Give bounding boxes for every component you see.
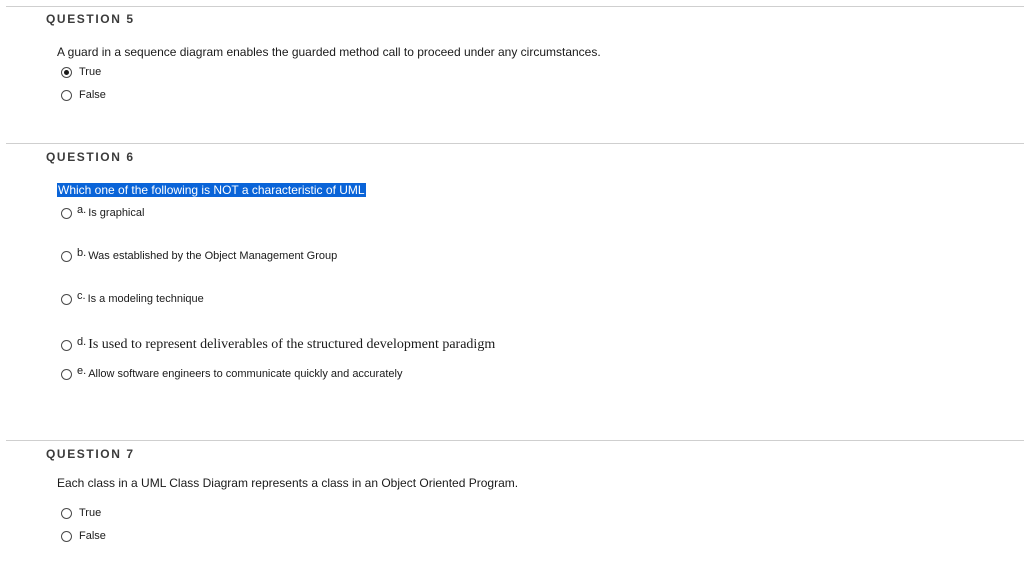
question-6-prompt: Which one of the following is NOT a char… bbox=[57, 183, 366, 197]
option-label: Was established by the Object Management… bbox=[88, 250, 338, 262]
radio-selected-icon[interactable] bbox=[61, 66, 72, 78]
question-5-header: QUESTION 5 bbox=[46, 12, 135, 26]
question-7-prompt: Each class in a UML Class Diagram repres… bbox=[57, 476, 519, 490]
question-5-option-false[interactable]: False bbox=[61, 89, 106, 101]
option-letter: c. bbox=[77, 290, 86, 302]
question-7-option-true[interactable]: True bbox=[61, 507, 101, 519]
radio-icon[interactable] bbox=[61, 89, 72, 101]
question-5-option-true[interactable]: True bbox=[61, 66, 101, 78]
question-6-option-b[interactable]: b. Was established by the Object Managem… bbox=[61, 247, 338, 262]
question-6-option-c[interactable]: c. Is a modeling technique bbox=[61, 290, 204, 305]
radio-icon[interactable] bbox=[61, 293, 72, 305]
option-label: Is used to represent deliverables of the… bbox=[88, 337, 496, 352]
option-label: True bbox=[79, 507, 102, 519]
question-6-option-e[interactable]: e. Allow software engineers to communica… bbox=[61, 365, 403, 380]
radio-icon[interactable] bbox=[61, 207, 72, 219]
question-6-option-d[interactable]: d. Is used to represent deliverables of … bbox=[61, 336, 496, 353]
option-label: Is a modeling technique bbox=[87, 293, 204, 305]
option-label: True bbox=[79, 66, 102, 78]
divider bbox=[6, 440, 1024, 441]
option-letter: b. bbox=[77, 247, 87, 259]
selected-text-highlight: Which one of the following is NOT a char… bbox=[57, 183, 366, 197]
quiz-page: QUESTION 5 A guard in a sequence diagram… bbox=[0, 0, 1024, 576]
option-label: Allow software engineers to communicate … bbox=[88, 368, 403, 380]
option-label: Is graphical bbox=[88, 207, 145, 219]
option-letter: a. bbox=[77, 204, 87, 216]
radio-icon[interactable] bbox=[61, 250, 72, 262]
question-5-prompt: A guard in a sequence diagram enables th… bbox=[57, 45, 601, 59]
option-label: False bbox=[79, 530, 106, 542]
divider bbox=[6, 6, 1024, 7]
radio-icon[interactable] bbox=[61, 339, 72, 351]
option-label: False bbox=[79, 89, 106, 101]
question-6-header: QUESTION 6 bbox=[46, 150, 135, 164]
question-7-option-false[interactable]: False bbox=[61, 530, 106, 542]
option-letter: e. bbox=[77, 365, 87, 377]
question-7-header: QUESTION 7 bbox=[46, 447, 135, 461]
option-letter: d. bbox=[77, 336, 87, 348]
question-6-option-a[interactable]: a. Is graphical bbox=[61, 204, 145, 219]
divider bbox=[6, 143, 1024, 144]
radio-icon[interactable] bbox=[61, 368, 72, 380]
radio-icon[interactable] bbox=[61, 507, 72, 519]
radio-icon[interactable] bbox=[61, 530, 72, 542]
